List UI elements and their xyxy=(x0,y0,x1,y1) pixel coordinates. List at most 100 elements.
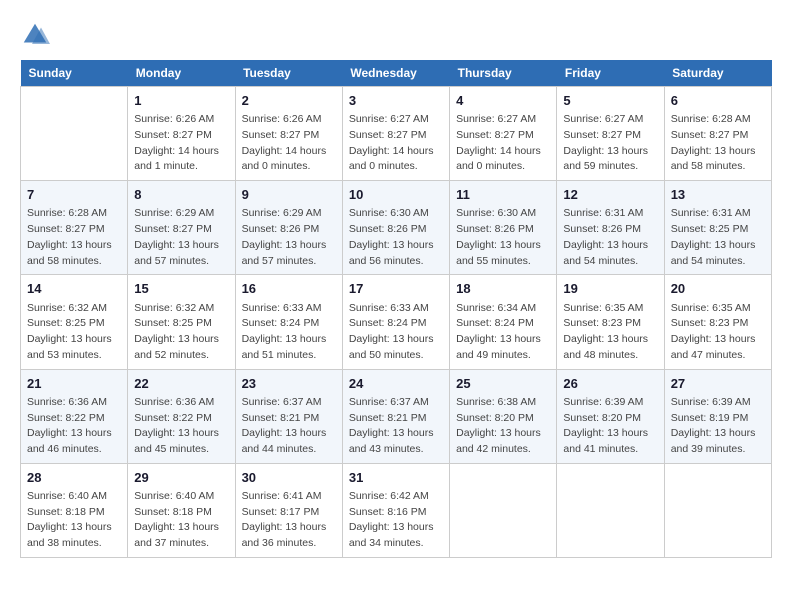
col-monday: Monday xyxy=(128,60,235,87)
col-sunday: Sunday xyxy=(21,60,128,87)
day-info: Sunrise: 6:26 AM Sunset: 8:27 PM Dayligh… xyxy=(242,112,336,175)
calendar-day-cell: 4 Sunrise: 6:27 AM Sunset: 8:27 PM Daylig… xyxy=(450,87,557,181)
day-number: 2 xyxy=(242,92,336,110)
day-number: 7 xyxy=(27,186,121,204)
day-number: 26 xyxy=(563,375,657,393)
calendar-week-row: 1 Sunrise: 6:26 AM Sunset: 8:27 PM Daylig… xyxy=(21,87,772,181)
day-info: Sunrise: 6:28 AM Sunset: 8:27 PM Dayligh… xyxy=(671,112,765,175)
day-number: 10 xyxy=(349,186,443,204)
day-number: 24 xyxy=(349,375,443,393)
day-info: Sunrise: 6:34 AM Sunset: 8:24 PM Dayligh… xyxy=(456,301,550,364)
calendar-day-cell: 10 Sunrise: 6:30 AM Sunset: 8:26 PM Dayli… xyxy=(342,181,449,275)
day-number: 21 xyxy=(27,375,121,393)
day-number: 27 xyxy=(671,375,765,393)
day-info: Sunrise: 6:39 AM Sunset: 8:20 PM Dayligh… xyxy=(563,395,657,458)
calendar-day-cell: 7 Sunrise: 6:28 AM Sunset: 8:27 PM Daylig… xyxy=(21,181,128,275)
calendar-day-cell: 8Sunrise: 6:29 AM Sunset: 8:27 PM Daylig… xyxy=(128,181,235,275)
calendar-table: Sunday Monday Tuesday Wednesday Thursday… xyxy=(20,60,772,558)
calendar-day-cell xyxy=(557,463,664,557)
logo-icon xyxy=(20,20,50,50)
calendar-week-row: 7 Sunrise: 6:28 AM Sunset: 8:27 PM Daylig… xyxy=(21,181,772,275)
calendar-day-cell: 3 Sunrise: 6:27 AM Sunset: 8:27 PM Daylig… xyxy=(342,87,449,181)
day-number: 13 xyxy=(671,186,765,204)
calendar-day-cell: 21 Sunrise: 6:36 AM Sunset: 8:22 PM Dayli… xyxy=(21,369,128,463)
day-number: 20 xyxy=(671,280,765,298)
day-info: Sunrise: 6:31 AM Sunset: 8:25 PM Dayligh… xyxy=(671,206,765,269)
day-info: Sunrise: 6:27 AM Sunset: 8:27 PM Dayligh… xyxy=(349,112,443,175)
day-number: 14 xyxy=(27,280,121,298)
day-info: Sunrise: 6:35 AM Sunset: 8:23 PM Dayligh… xyxy=(671,301,765,364)
calendar-day-cell: 17 Sunrise: 6:33 AM Sunset: 8:24 PM Dayli… xyxy=(342,275,449,369)
day-info: Sunrise: 6:35 AM Sunset: 8:23 PM Dayligh… xyxy=(563,301,657,364)
day-number: 5 xyxy=(563,92,657,110)
calendar-day-cell: 12 Sunrise: 6:31 AM Sunset: 8:26 PM Dayli… xyxy=(557,181,664,275)
day-info: Sunrise: 6:30 AM Sunset: 8:26 PM Dayligh… xyxy=(456,206,550,269)
day-info: Sunrise: 6:27 AM Sunset: 8:27 PM Dayligh… xyxy=(563,112,657,175)
calendar-day-cell: 27 Sunrise: 6:39 AM Sunset: 8:19 PM Dayli… xyxy=(664,369,771,463)
calendar-day-cell: 23Sunrise: 6:37 AM Sunset: 8:21 PM Dayli… xyxy=(235,369,342,463)
calendar-day-cell: 24Sunrise: 6:37 AM Sunset: 8:21 PM Dayli… xyxy=(342,369,449,463)
day-info: Sunrise: 6:28 AM Sunset: 8:27 PM Dayligh… xyxy=(27,206,121,269)
day-info: Sunrise: 6:41 AM Sunset: 8:17 PM Dayligh… xyxy=(242,489,336,552)
calendar-week-row: 28 Sunrise: 6:40 AM Sunset: 8:18 PM Dayli… xyxy=(21,463,772,557)
calendar-day-cell: 14 Sunrise: 6:32 AM Sunset: 8:25 PM Dayli… xyxy=(21,275,128,369)
calendar-day-cell: 31 Sunrise: 6:42 AM Sunset: 8:16 PM Dayli… xyxy=(342,463,449,557)
day-info: Sunrise: 6:27 AM Sunset: 8:27 PM Dayligh… xyxy=(456,112,550,175)
day-number: 28 xyxy=(27,469,121,487)
day-number: 15 xyxy=(134,280,228,298)
calendar-day-cell: 16 Sunrise: 6:33 AM Sunset: 8:24 PM Dayli… xyxy=(235,275,342,369)
col-thursday: Thursday xyxy=(450,60,557,87)
calendar-day-cell: 29 Sunrise: 6:40 AM Sunset: 8:18 PM Dayli… xyxy=(128,463,235,557)
calendar-day-cell: 2 Sunrise: 6:26 AM Sunset: 8:27 PM Daylig… xyxy=(235,87,342,181)
calendar-day-cell: 1 Sunrise: 6:26 AM Sunset: 8:27 PM Daylig… xyxy=(128,87,235,181)
day-info: Sunrise: 6:32 AM Sunset: 8:25 PM Dayligh… xyxy=(134,301,228,364)
day-number: 29 xyxy=(134,469,228,487)
day-info: Sunrise: 6:37 AM Sunset: 8:21 PM Dayligh… xyxy=(242,395,336,458)
calendar-day-cell: 15 Sunrise: 6:32 AM Sunset: 8:25 PM Dayli… xyxy=(128,275,235,369)
day-info: Sunrise: 6:33 AM Sunset: 8:24 PM Dayligh… xyxy=(242,301,336,364)
header-row: Sunday Monday Tuesday Wednesday Thursday… xyxy=(21,60,772,87)
day-number: 16 xyxy=(242,280,336,298)
day-info: Sunrise: 6:30 AM Sunset: 8:26 PM Dayligh… xyxy=(349,206,443,269)
day-number: 9 xyxy=(242,186,336,204)
calendar-day-cell: 18Sunrise: 6:34 AM Sunset: 8:24 PM Dayli… xyxy=(450,275,557,369)
day-info: Sunrise: 6:36 AM Sunset: 8:22 PM Dayligh… xyxy=(27,395,121,458)
calendar-day-cell: 30Sunrise: 6:41 AM Sunset: 8:17 PM Dayli… xyxy=(235,463,342,557)
calendar-day-cell: 6 Sunrise: 6:28 AM Sunset: 8:27 PM Daylig… xyxy=(664,87,771,181)
calendar-day-cell xyxy=(664,463,771,557)
day-number: 31 xyxy=(349,469,443,487)
day-info: Sunrise: 6:36 AM Sunset: 8:22 PM Dayligh… xyxy=(134,395,228,458)
calendar-day-cell: 11 Sunrise: 6:30 AM Sunset: 8:26 PM Dayli… xyxy=(450,181,557,275)
day-info: Sunrise: 6:42 AM Sunset: 8:16 PM Dayligh… xyxy=(349,489,443,552)
day-number: 4 xyxy=(456,92,550,110)
day-number: 12 xyxy=(563,186,657,204)
col-friday: Friday xyxy=(557,60,664,87)
day-number: 3 xyxy=(349,92,443,110)
col-saturday: Saturday xyxy=(664,60,771,87)
col-tuesday: Tuesday xyxy=(235,60,342,87)
calendar-day-cell: 19Sunrise: 6:35 AM Sunset: 8:23 PM Dayli… xyxy=(557,275,664,369)
calendar-week-row: 21 Sunrise: 6:36 AM Sunset: 8:22 PM Dayli… xyxy=(21,369,772,463)
col-wednesday: Wednesday xyxy=(342,60,449,87)
calendar-day-cell: 20 Sunrise: 6:35 AM Sunset: 8:23 PM Dayli… xyxy=(664,275,771,369)
calendar-day-cell: 22 Sunrise: 6:36 AM Sunset: 8:22 PM Dayli… xyxy=(128,369,235,463)
calendar-day-cell: 25 Sunrise: 6:38 AM Sunset: 8:20 PM Dayli… xyxy=(450,369,557,463)
day-number: 17 xyxy=(349,280,443,298)
day-number: 25 xyxy=(456,375,550,393)
calendar-day-cell: 28Sunrise: 6:40 AM Sunset: 8:18 PM Dayli… xyxy=(21,463,128,557)
day-number: 11 xyxy=(456,186,550,204)
day-number: 1 xyxy=(134,92,228,110)
logo xyxy=(20,20,56,50)
day-info: Sunrise: 6:38 AM Sunset: 8:20 PM Dayligh… xyxy=(456,395,550,458)
page-header xyxy=(20,20,772,50)
calendar-day-cell xyxy=(450,463,557,557)
day-info: Sunrise: 6:31 AM Sunset: 8:26 PM Dayligh… xyxy=(563,206,657,269)
day-info: Sunrise: 6:32 AM Sunset: 8:25 PM Dayligh… xyxy=(27,301,121,364)
day-info: Sunrise: 6:40 AM Sunset: 8:18 PM Dayligh… xyxy=(134,489,228,552)
day-info: Sunrise: 6:26 AM Sunset: 8:27 PM Dayligh… xyxy=(134,112,228,175)
day-info: Sunrise: 6:33 AM Sunset: 8:24 PM Dayligh… xyxy=(349,301,443,364)
day-number: 6 xyxy=(671,92,765,110)
day-info: Sunrise: 6:29 AM Sunset: 8:26 PM Dayligh… xyxy=(242,206,336,269)
day-number: 22 xyxy=(134,375,228,393)
day-info: Sunrise: 6:39 AM Sunset: 8:19 PM Dayligh… xyxy=(671,395,765,458)
